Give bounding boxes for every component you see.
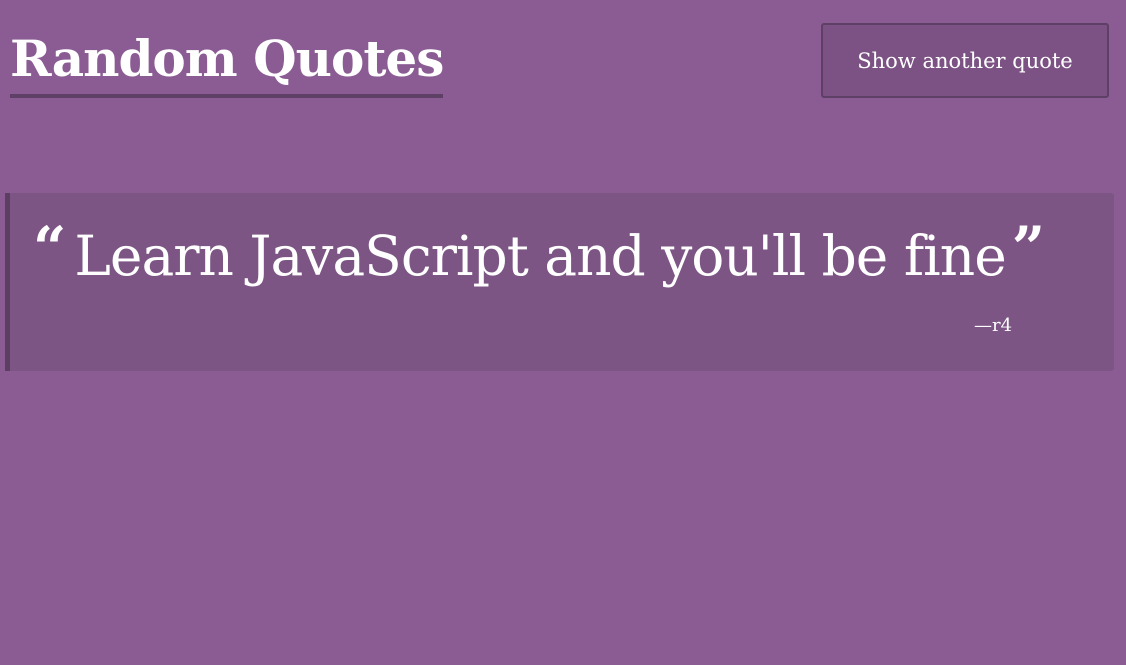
close-quote-icon: ” (1011, 214, 1046, 282)
quote-card: “Learn JavaScript and you'll be fine” —r… (5, 193, 1114, 371)
quote-line: “Learn JavaScript and you'll be fine” (33, 217, 1045, 295)
open-quote-icon: “ (33, 214, 67, 282)
page-title: Random Quotes (10, 26, 444, 98)
quote-text: Learn JavaScript and you'll be fine (74, 224, 1006, 288)
quote-author: —r4 (974, 315, 1013, 336)
show-another-quote-button[interactable]: Show another quote (821, 23, 1109, 98)
